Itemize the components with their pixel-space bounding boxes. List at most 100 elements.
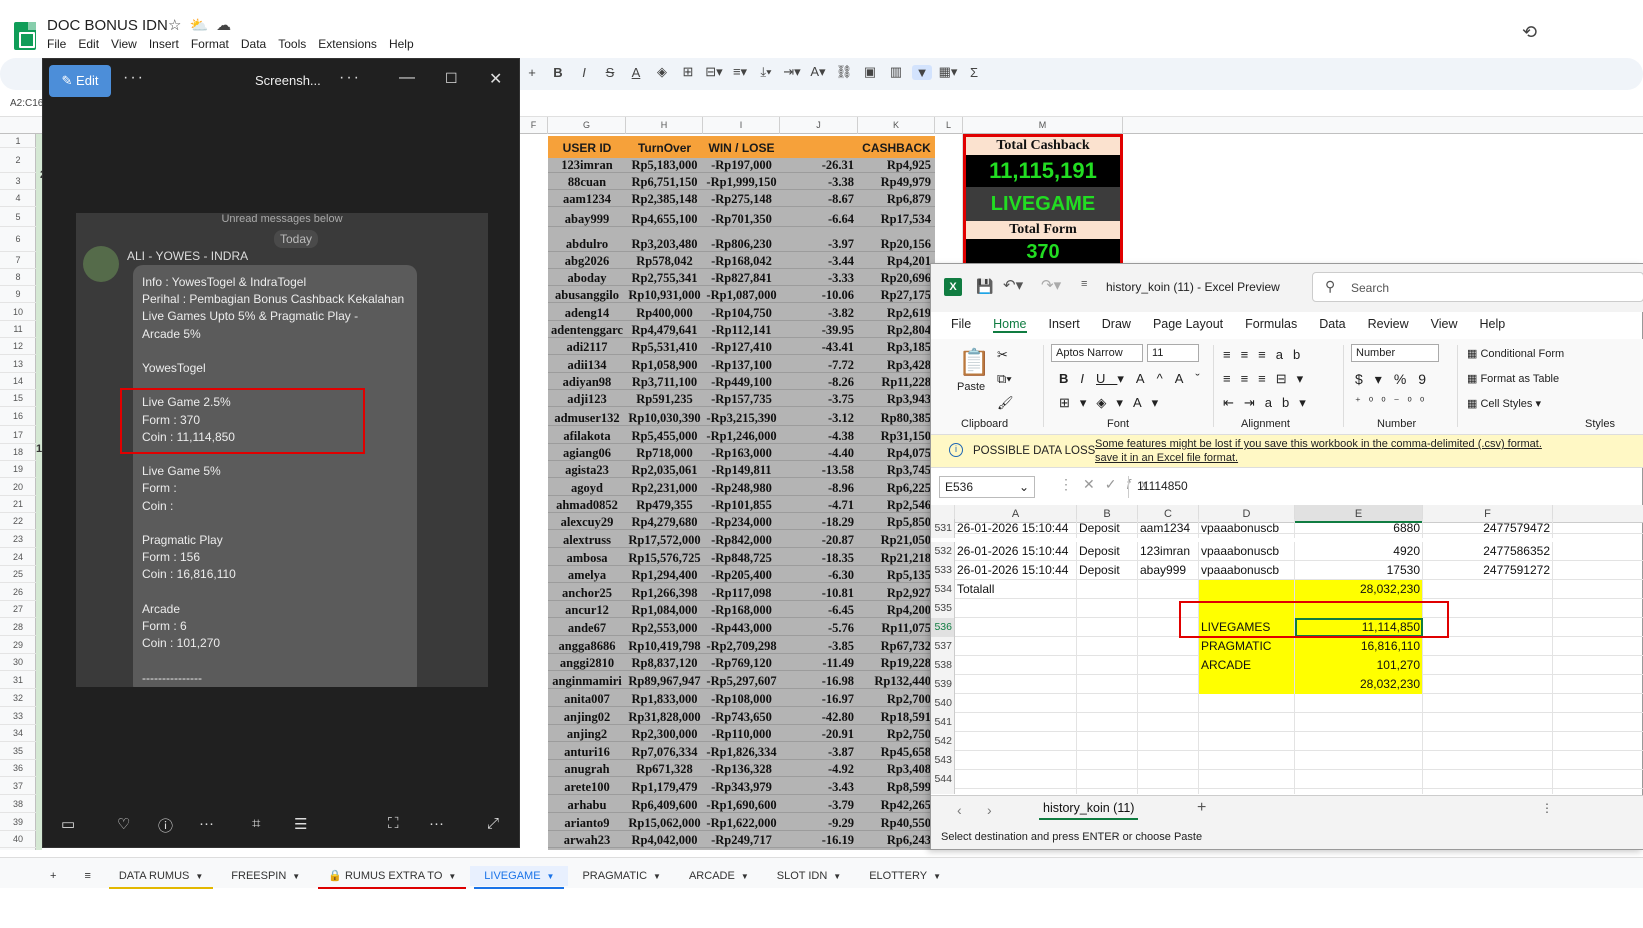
- row-header[interactable]: 37: [0, 777, 36, 795]
- excel-cell-a[interactable]: 26-01-2026 15:10:44: [955, 542, 1077, 561]
- user-id-cell[interactable]: adeng14: [550, 306, 624, 321]
- copy-icon[interactable]: ⧉▾: [997, 371, 1012, 387]
- merge-icon[interactable]: ⊟▾: [704, 64, 724, 80]
- user-id-cell[interactable]: anginmamiri: [550, 674, 624, 689]
- win-lose-cell[interactable]: -Rp1,622,000: [704, 816, 779, 831]
- user-id-cell[interactable]: agiang06: [550, 446, 624, 461]
- rotate-icon[interactable]: A▾: [808, 64, 828, 80]
- warning-link[interactable]: save it in an Excel file format.: [1095, 452, 1238, 464]
- win-lose-cell[interactable]: -Rp248,980: [704, 481, 779, 496]
- excel-cell-c[interactable]: [1138, 713, 1199, 732]
- excel-cell-a[interactable]: 26-01-2026 15:10:44: [955, 561, 1077, 580]
- excel-cell-d[interactable]: [1199, 713, 1295, 732]
- user-id-cell[interactable]: 88cuan: [550, 175, 624, 190]
- tab-pragmatic[interactable]: PRAGMATIC ▼: [568, 866, 675, 886]
- vertical-align-icons[interactable]: ≡≡≡ab: [1223, 347, 1310, 362]
- excel-cell-c[interactable]: [1138, 580, 1199, 599]
- cashback-cell[interactable]: Rp4,075: [858, 446, 933, 461]
- row-header[interactable]: 14: [0, 373, 36, 390]
- quick-access-icon[interactable]: ≡: [1081, 278, 1087, 290]
- win-lose-cell[interactable]: -Rp842,000: [704, 533, 779, 548]
- user-id-cell[interactable]: abdulro: [550, 237, 624, 252]
- cashback-cell[interactable]: Rp2,750: [858, 727, 933, 742]
- turnover-cell[interactable]: Rp1,266,398: [627, 586, 702, 601]
- cashback-cell[interactable]: Rp11,075: [858, 621, 933, 636]
- row-header[interactable]: 23: [0, 530, 36, 548]
- excel-cell-f[interactable]: [1423, 580, 1553, 599]
- strikethrough-icon[interactable]: S: [600, 65, 620, 80]
- excel-cell-b[interactable]: Deposit: [1077, 542, 1138, 561]
- win-lose-cell[interactable]: -Rp827,841: [704, 271, 779, 286]
- plus-icon[interactable]: +: [522, 65, 542, 80]
- row-header[interactable]: 13: [0, 355, 36, 373]
- excel-cell-a[interactable]: [955, 770, 1077, 789]
- percent-cell[interactable]: -4.38: [782, 429, 856, 444]
- excel-cell-f[interactable]: [1423, 789, 1553, 794]
- cashback-cell[interactable]: Rp6,243: [858, 833, 933, 848]
- excel-cell-c[interactable]: [1138, 770, 1199, 789]
- user-id-cell[interactable]: ancur12: [550, 603, 624, 618]
- turnover-cell[interactable]: Rp10,931,000: [627, 288, 702, 303]
- turnover-cell[interactable]: Rp1,179,479: [627, 780, 702, 795]
- percent-cell[interactable]: -18.29: [782, 515, 856, 530]
- row-header[interactable]: 32: [0, 689, 36, 707]
- excel-cell-a[interactable]: [955, 675, 1077, 694]
- tab-insert[interactable]: Insert: [1049, 317, 1080, 333]
- cashback-cell[interactable]: Rp21,218: [858, 551, 933, 566]
- excel-cell-b[interactable]: [1077, 789, 1138, 794]
- excel-cell-b[interactable]: [1077, 637, 1138, 656]
- turnover-cell[interactable]: Rp10,030,390: [627, 411, 702, 426]
- row-header[interactable]: 7: [0, 252, 36, 269]
- cashback-cell[interactable]: Rp49,979: [858, 175, 933, 190]
- row-header[interactable]: 8: [0, 269, 36, 286]
- cashback-cell[interactable]: Rp132,440: [858, 674, 933, 689]
- excel-cell-e[interactable]: [1295, 694, 1423, 713]
- row-header[interactable]: 6: [0, 227, 36, 252]
- user-id-cell[interactable]: abay999: [550, 212, 624, 227]
- excel-row-header[interactable]: 532: [931, 542, 955, 561]
- excel-cell-b[interactable]: Deposit: [1077, 519, 1138, 538]
- cashback-cell[interactable]: Rp19,228: [858, 656, 933, 671]
- edit-button[interactable]: ✎ Edit: [49, 65, 111, 97]
- turnover-cell[interactable]: Rp5,455,000: [627, 429, 702, 444]
- cashback-cell[interactable]: Rp40,550: [858, 816, 933, 831]
- excel-cell-b[interactable]: [1077, 732, 1138, 751]
- visual-search-icon[interactable]: ⌗: [252, 815, 260, 832]
- chart-icon[interactable]: ▥: [886, 64, 906, 80]
- excel-cell-e[interactable]: 101,270: [1295, 656, 1423, 675]
- row-header[interactable]: 35: [0, 742, 36, 760]
- excel-cell-d[interactable]: [1199, 732, 1295, 751]
- italic-icon[interactable]: I: [574, 65, 594, 80]
- turnover-cell[interactable]: Rp4,479,641: [627, 323, 702, 338]
- tab-livegame[interactable]: LIVEGAME ▼: [470, 866, 569, 889]
- turnover-cell[interactable]: Rp15,576,725: [627, 551, 702, 566]
- percent-cell[interactable]: -8.67: [782, 192, 856, 207]
- cell-styles-button[interactable]: ▦ Cell Styles ▾: [1467, 397, 1541, 410]
- percent-cell[interactable]: -26.31: [782, 158, 856, 173]
- decimal-icons[interactable]: ⁺⁰⁰⁻⁰⁰: [1355, 395, 1432, 408]
- user-id-cell[interactable]: anggi2810: [550, 656, 624, 671]
- col-header-f[interactable]: F: [520, 117, 548, 134]
- excel-row-header[interactable]: 535: [931, 599, 955, 618]
- cashback-cell[interactable]: Rp2,927: [858, 586, 933, 601]
- win-lose-cell[interactable]: -Rp449,100: [704, 375, 779, 390]
- win-lose-cell[interactable]: -Rp137,100: [704, 358, 779, 373]
- row-header[interactable]: 38: [0, 795, 36, 813]
- turnover-cell[interactable]: Rp6,409,600: [627, 798, 702, 813]
- excel-cell-c[interactable]: abay999: [1138, 561, 1199, 580]
- turnover-cell[interactable]: Rp7,076,334: [627, 745, 702, 760]
- user-id-cell[interactable]: adentenggarc: [550, 323, 624, 338]
- excel-cell-d[interactable]: ARCADE: [1199, 656, 1295, 675]
- paste-icon[interactable]: 📋: [958, 347, 990, 378]
- version-history-icon[interactable]: ⟲: [1522, 22, 1537, 43]
- win-lose-cell[interactable]: -Rp117,098: [704, 586, 779, 601]
- user-id-cell[interactable]: ande67: [550, 621, 624, 636]
- font-color-icons[interactable]: ⊞▾◈▾A▾: [1059, 395, 1168, 411]
- percent-cell[interactable]: -3.87: [782, 745, 856, 760]
- menu-view[interactable]: View: [111, 37, 137, 51]
- all-sheets-icon[interactable]: ≡: [70, 866, 104, 886]
- user-id-cell[interactable]: ahmad0852: [550, 498, 624, 513]
- excel-cell-b[interactable]: [1077, 770, 1138, 789]
- turnover-cell[interactable]: Rp591,235: [627, 392, 702, 407]
- cashback-cell[interactable]: Rp8,599: [858, 780, 933, 795]
